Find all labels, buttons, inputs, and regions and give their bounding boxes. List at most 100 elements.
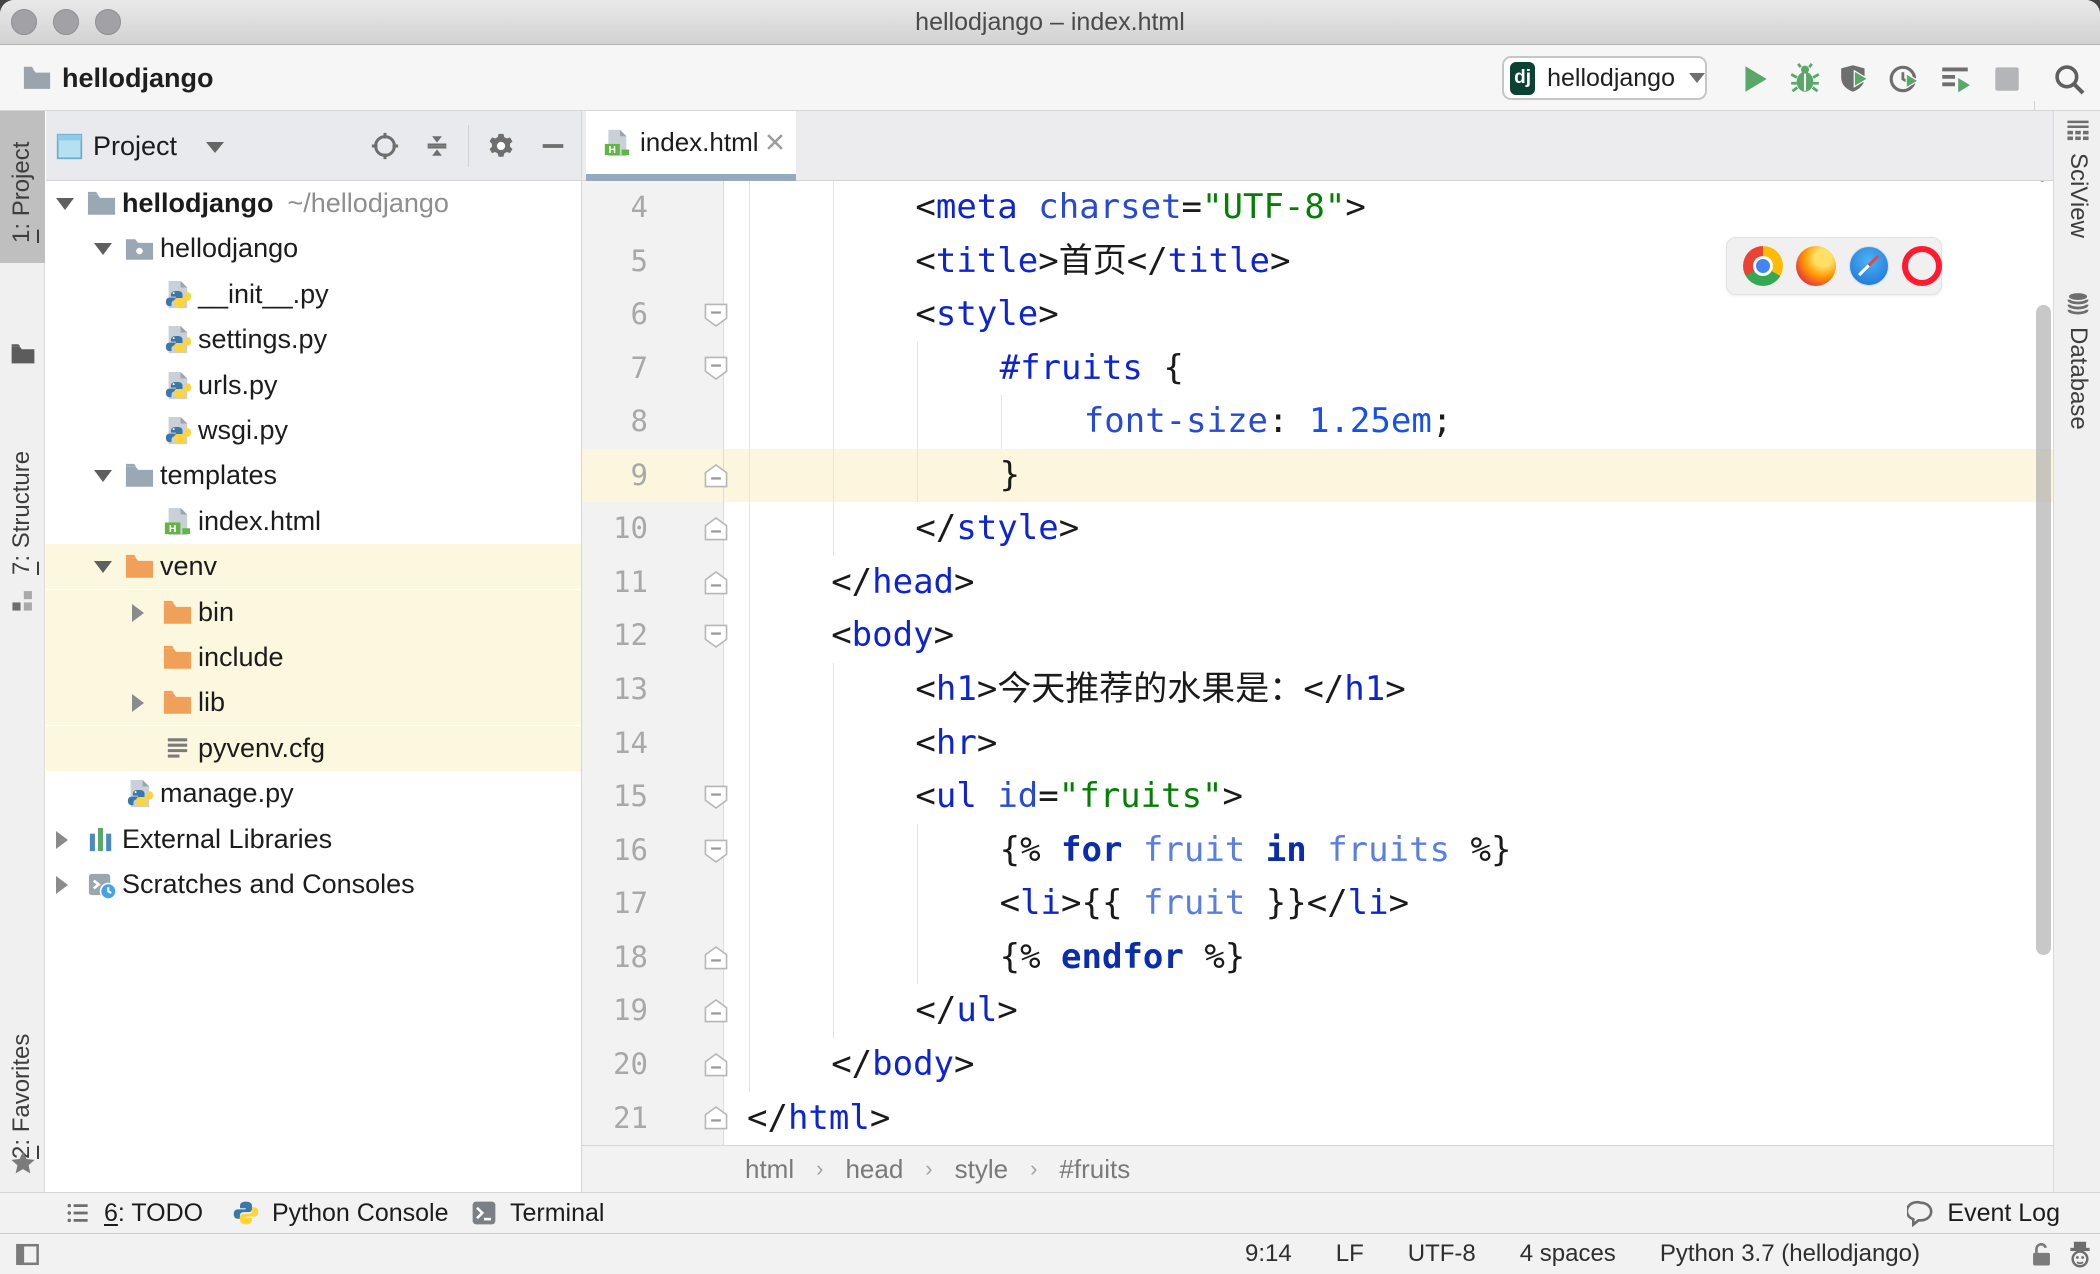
chevron-collapsed-icon[interactable] xyxy=(56,876,68,894)
fold-start-marker[interactable] xyxy=(703,836,729,866)
hector-inspector-icon[interactable] xyxy=(2066,1240,2094,1268)
tree-row-external-libraries[interactable]: External Libraries xyxy=(46,817,581,862)
tree-row-scratches-and-consoles[interactable]: Scratches and Consoles xyxy=(46,862,581,907)
chevron-down-icon xyxy=(1689,73,1705,83)
tree-row-bin[interactable]: bin xyxy=(46,589,581,635)
breadcrumb-item-fruits[interactable]: #fruits xyxy=(1059,1154,1130,1185)
tree-row-settings-py[interactable]: settings.py xyxy=(46,317,581,362)
tree-row-manage-py[interactable]: manage.py xyxy=(46,771,581,816)
indent-guide xyxy=(917,823,918,985)
profile-button[interactable] xyxy=(1888,62,1922,96)
tab-index-html[interactable]: H index.html xyxy=(586,111,796,181)
hide-panel-icon[interactable] xyxy=(538,131,568,161)
tool-button-structure[interactable]: 7: Structure xyxy=(8,399,36,575)
lock-open-icon[interactable] xyxy=(2028,1241,2055,1268)
tree-row-index-html[interactable]: Hindex.html xyxy=(46,499,581,544)
status-item-9-14[interactable]: 9:14 xyxy=(1245,1240,1292,1268)
svg-text:H: H xyxy=(169,524,177,535)
tree-row-pyvenv-cfg[interactable]: pyvenv.cfg xyxy=(46,725,581,771)
chevron-collapsed-icon[interactable] xyxy=(56,830,68,849)
chevron-expanded-icon[interactable] xyxy=(94,561,112,574)
tree-row-wsgi-py[interactable]: wsgi.py xyxy=(46,408,581,453)
inspections-ok-check-icon[interactable] xyxy=(2031,181,2053,185)
tree-row-include[interactable]: include xyxy=(46,635,581,680)
fold-start-marker[interactable] xyxy=(703,621,729,651)
run-button[interactable] xyxy=(1738,62,1772,96)
tree-row-templates[interactable]: templates xyxy=(46,453,581,498)
fold-end-marker[interactable] xyxy=(703,996,729,1026)
breadcrumbs-bar: html › head › style › #fruits xyxy=(582,1145,2053,1192)
fold-end-marker[interactable] xyxy=(703,943,729,973)
indent-guide xyxy=(833,663,834,1038)
fold-end-marker[interactable] xyxy=(703,568,729,598)
tool-button-6-todo[interactable]: 6: TODO xyxy=(64,1193,203,1233)
collapse-all-icon[interactable] xyxy=(422,131,452,161)
chevron-expanded-icon[interactable] xyxy=(94,243,112,256)
tool-button-label: Terminal xyxy=(510,1198,605,1227)
indent-guide xyxy=(833,181,834,556)
run-configuration-select[interactable]: dj hellodjango xyxy=(1502,56,1707,100)
chevron-collapsed-icon[interactable] xyxy=(132,603,144,622)
tree-row-venv[interactable]: venv xyxy=(46,544,581,590)
tool-button-database[interactable]: Database xyxy=(2064,327,2092,430)
locate-file-icon[interactable] xyxy=(370,131,400,161)
tree-row-hellodjango[interactable]: hellodjango ~/hellodjango xyxy=(46,181,581,226)
tree-row-urls-py[interactable]: urls.py xyxy=(46,363,581,408)
tool-button-project[interactable]: 1: Project xyxy=(8,121,36,243)
tree-row-lib[interactable]: lib xyxy=(46,680,581,726)
chevron-collapsed-icon[interactable] xyxy=(132,694,144,713)
fold-start-marker[interactable] xyxy=(703,300,729,330)
stop-button[interactable] xyxy=(1990,62,2024,96)
tree-row-hellodjango[interactable]: hellodjango xyxy=(46,226,581,271)
status-item-utf-8[interactable]: UTF-8 xyxy=(1408,1240,1476,1268)
pycharm-window: hellodjango – index.html hellodjango dj … xyxy=(0,0,2100,1274)
breadcrumb-item-style[interactable]: style xyxy=(955,1154,1008,1185)
status-item-lf[interactable]: LF xyxy=(1336,1240,1364,1268)
status-item-python-3-7-hellodjango-[interactable]: Python 3.7 (hellodjango) xyxy=(1660,1240,1920,1268)
event-log-button[interactable]: Event Log xyxy=(1905,1193,2060,1233)
breadcrumb-item-html[interactable]: html xyxy=(745,1154,794,1185)
breadcrumb-item-head[interactable]: head xyxy=(845,1154,903,1185)
fold-end-marker[interactable] xyxy=(703,461,729,491)
debug-button[interactable] xyxy=(1788,62,1822,96)
line-number: 4 xyxy=(630,190,648,224)
run-concurrency-button[interactable] xyxy=(1938,62,1972,96)
chevron-expanded-icon[interactable] xyxy=(94,470,112,483)
breadcrumb-project[interactable]: hellodjango xyxy=(62,45,214,111)
search-everywhere-button[interactable] xyxy=(2052,62,2086,96)
chrome-icon[interactable] xyxy=(1743,246,1783,286)
tool-button-python-console[interactable]: Python Console xyxy=(232,1193,449,1233)
tool-button-sciview[interactable]: SciView xyxy=(2064,153,2092,238)
status-item-4-spaces[interactable]: 4 spaces xyxy=(1520,1240,1616,1268)
gear-icon[interactable] xyxy=(486,131,516,161)
firefox-icon[interactable] xyxy=(1796,246,1836,286)
safari-icon[interactable] xyxy=(1849,246,1889,286)
code-line-7: #fruits { xyxy=(999,347,1184,388)
tool-button-favorites[interactable]: 2: Favorites xyxy=(8,1009,36,1159)
close-icon[interactable] xyxy=(764,131,786,153)
code-line-18: {% endfor %} xyxy=(999,936,1246,977)
folder-x-icon xyxy=(162,642,193,673)
tree-row--init-py[interactable]: __init__.py xyxy=(46,272,581,317)
tree-label: venv xyxy=(160,551,218,582)
fold-end-marker[interactable] xyxy=(703,1050,729,1080)
code-editor[interactable]: 4 <meta charset="UTF-8"> 5 <title>首页</title… xyxy=(582,181,2053,1145)
fold-start-marker[interactable] xyxy=(703,353,729,383)
folder-pkg-icon xyxy=(124,233,155,264)
toggle-toolwindows-icon[interactable] xyxy=(14,1241,41,1268)
chevron-expanded-icon[interactable] xyxy=(56,198,74,210)
chevron-down-icon[interactable] xyxy=(206,142,224,153)
svg-text:H: H xyxy=(609,145,616,156)
opera-icon[interactable] xyxy=(1902,246,1942,286)
tool-button-terminal[interactable]: Terminal xyxy=(470,1193,604,1233)
code-line-13: <h1>今天推荐的水果是：</h1> xyxy=(915,669,1406,710)
fold-end-marker[interactable] xyxy=(703,514,729,544)
tree-path-hint: ~/hellodjango xyxy=(287,188,449,218)
tree-label: include xyxy=(198,642,284,672)
fold-start-marker[interactable] xyxy=(703,782,729,812)
fold-end-marker[interactable] xyxy=(703,1103,729,1133)
run-with-coverage-button[interactable] xyxy=(1838,62,1872,96)
project-panel-title[interactable]: Project xyxy=(93,111,177,181)
line-number: 16 xyxy=(613,832,648,867)
editor-scrollbar[interactable] xyxy=(2036,305,2051,955)
